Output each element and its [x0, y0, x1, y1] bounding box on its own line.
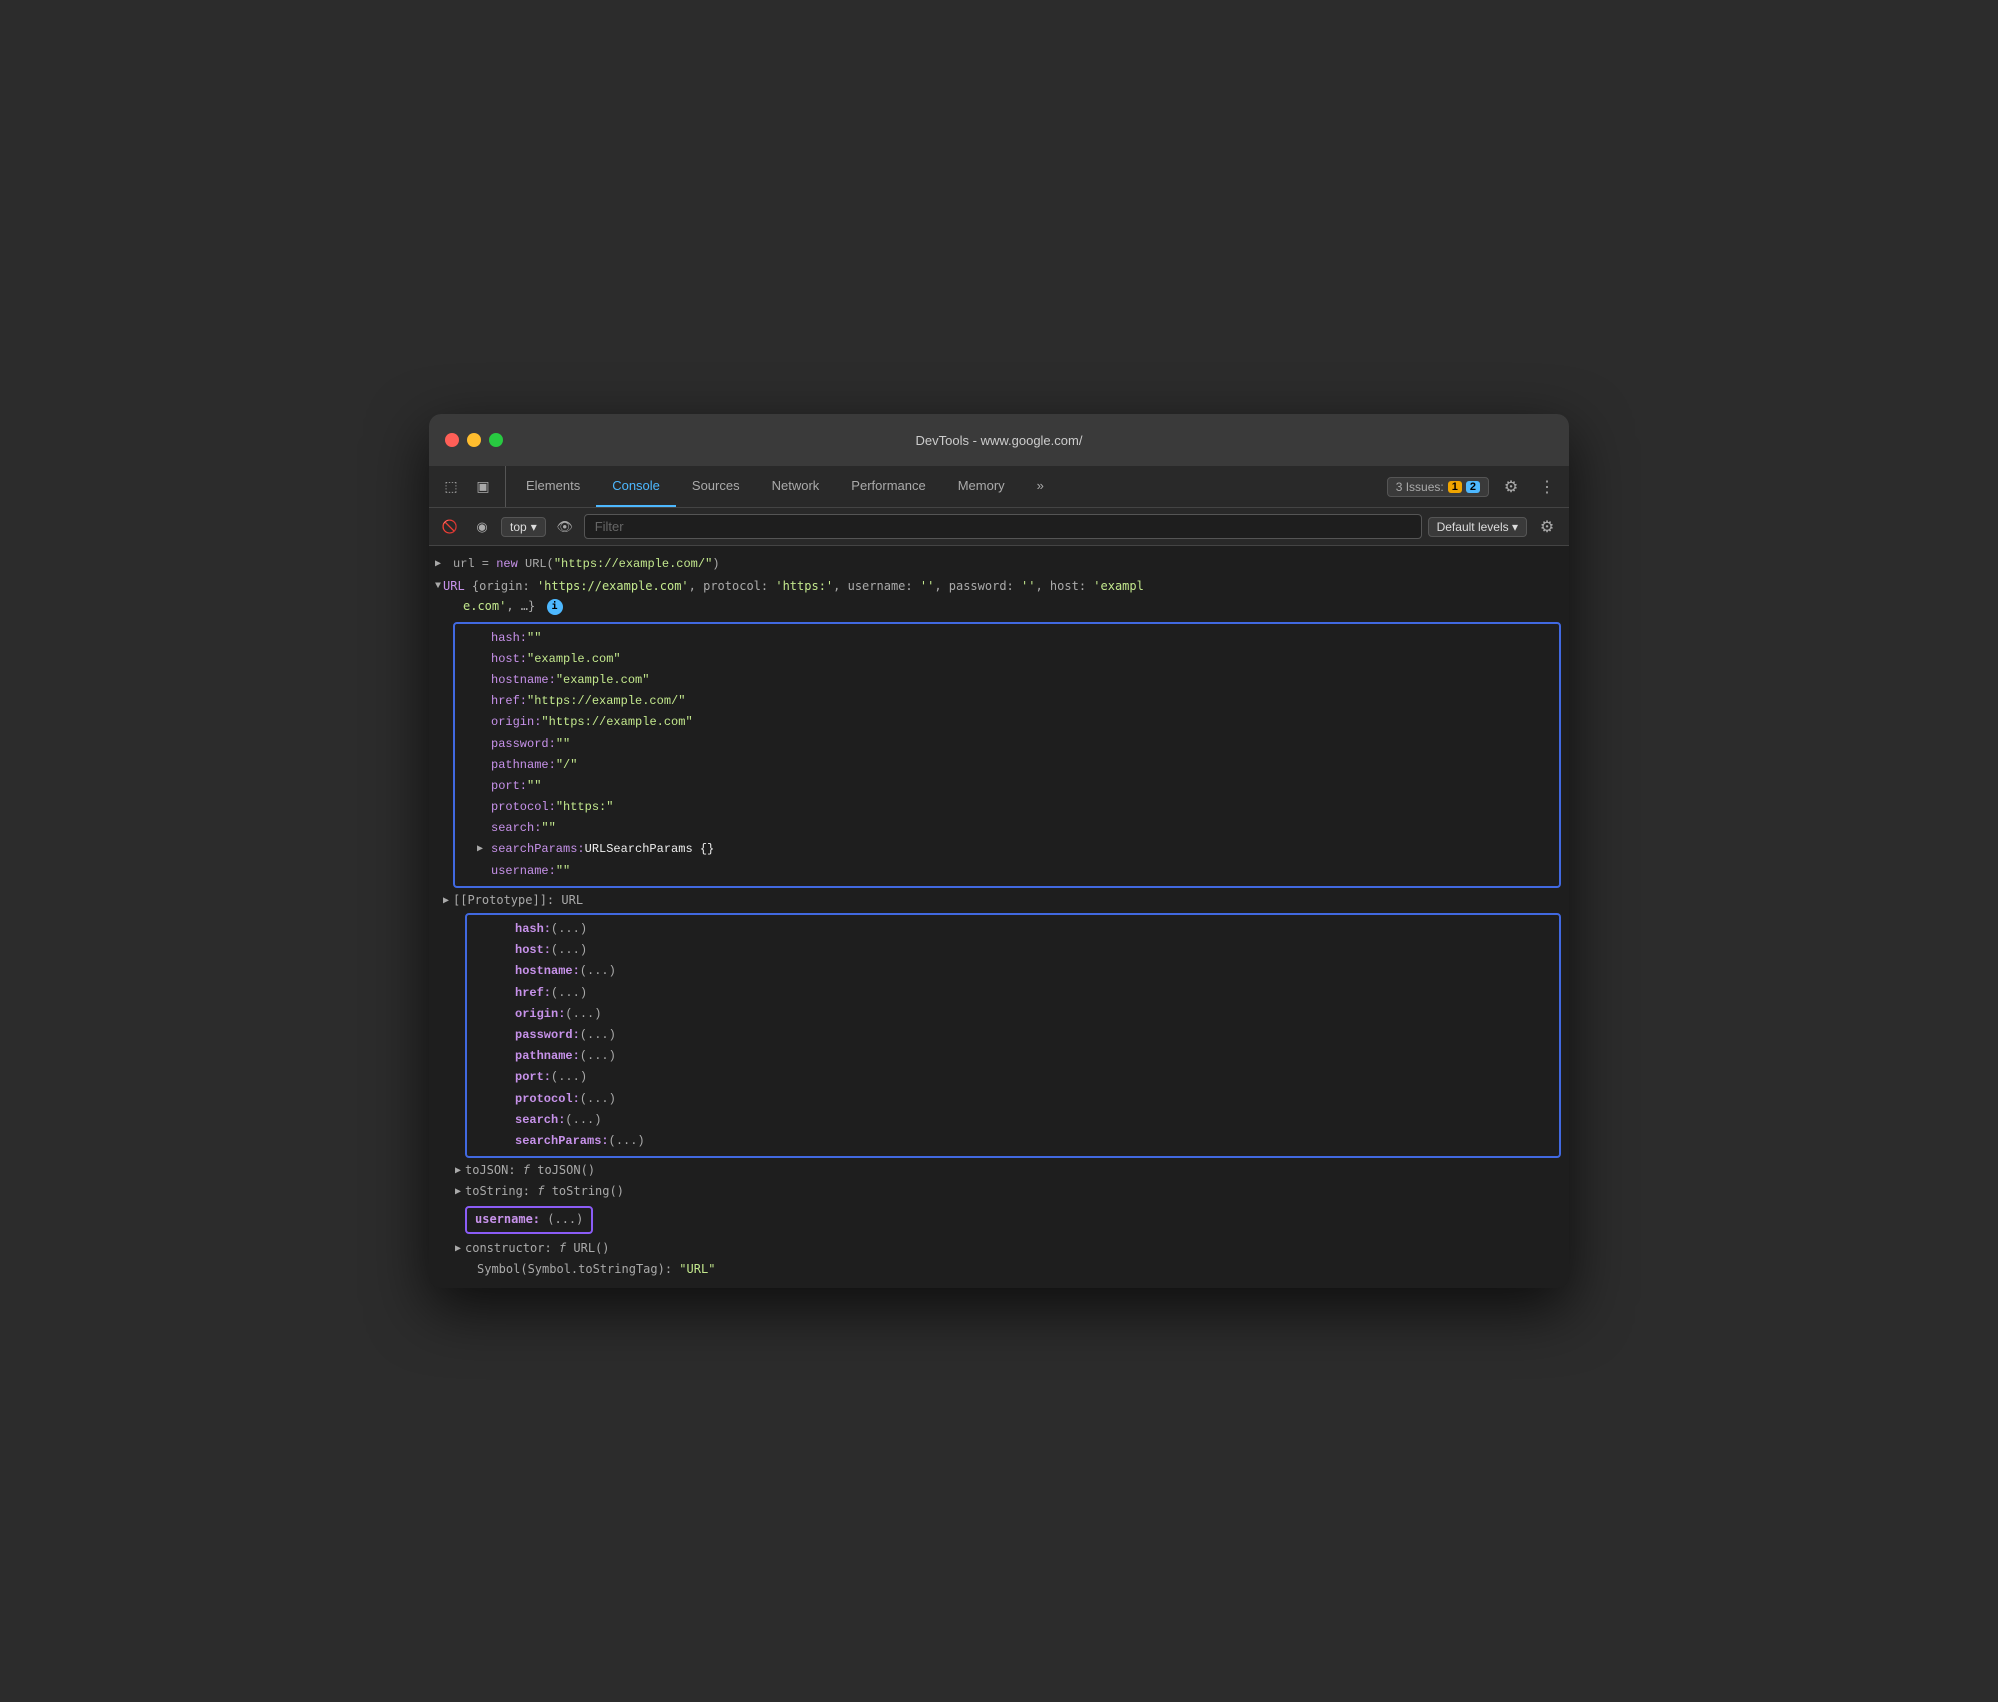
prototype-line: ▶ [[Prototype]]: URL: [429, 890, 1569, 911]
url-object-header: URL {origin: 'https://example.com', prot…: [443, 579, 1144, 593]
console-content: ▶ url = new URL("https://example.com/") …: [429, 546, 1569, 1288]
searchparams-arrow[interactable]: ▶: [477, 842, 483, 858]
proto-host: host: (...): [467, 940, 1559, 961]
tojson-arrow[interactable]: ▶: [455, 1163, 461, 1179]
prop-port: port: "": [455, 776, 1559, 797]
eye-button[interactable]: 👁: [552, 514, 578, 540]
tab-elements[interactable]: Elements: [510, 466, 596, 507]
proto-searchparams: searchParams: (...): [467, 1131, 1559, 1152]
prop-username: username: "": [455, 861, 1559, 882]
traffic-lights: [445, 433, 503, 447]
title-bar: DevTools - www.google.com/: [429, 414, 1569, 466]
tostring-arrow[interactable]: ▶: [455, 1184, 461, 1200]
collapse-arrow[interactable]: ▼: [435, 579, 441, 595]
tab-sources[interactable]: Sources: [676, 466, 756, 507]
input-code: url = new URL("https://example.com/"): [453, 555, 719, 574]
input-arrow: ▶: [435, 557, 441, 573]
issues-label: 3 Issues:: [1396, 480, 1444, 494]
clear-console-button[interactable]: 🚫: [437, 514, 463, 540]
prop-searchparams: ▶ searchParams: URLSearchParams {}: [455, 839, 1559, 860]
proto-port: port: (...): [467, 1067, 1559, 1088]
prop-host: host: "example.com": [455, 649, 1559, 670]
inspect-element-button[interactable]: ⬚: [437, 473, 465, 501]
levels-dropdown[interactable]: Default levels ▾: [1428, 517, 1527, 537]
window-title: DevTools - www.google.com/: [916, 433, 1083, 448]
username-highlighted-box: username: (...): [465, 1206, 593, 1233]
proto-origin: origin: (...): [467, 1004, 1559, 1025]
proto-href: href: (...): [467, 983, 1559, 1004]
info-count: 2: [1466, 481, 1480, 493]
tojson-line: ▶ toJSON: f toJSON(): [429, 1160, 1569, 1181]
tab-performance[interactable]: Performance: [835, 466, 941, 507]
prototype-properties-box: hash: (...) host: (...) hostname: (...) …: [465, 913, 1561, 1158]
context-label: top: [510, 520, 527, 534]
settings-button[interactable]: ⚙: [1497, 473, 1525, 501]
filter-input[interactable]: [584, 514, 1422, 539]
url-object-container: ▼ URL {origin: 'https://example.com', pr…: [429, 575, 1569, 619]
console-toolbar: 🚫 ◉ top ▾ 👁 Default levels ▾ ⚙: [429, 508, 1569, 546]
chevron-down-icon: ▾: [531, 520, 537, 534]
console-input-line: ▶ url = new URL("https://example.com/"): [429, 554, 1569, 575]
minimize-button[interactable]: [467, 433, 481, 447]
prototype-arrow[interactable]: ▶: [443, 893, 449, 909]
filter-toggle-button[interactable]: ◉: [469, 514, 495, 540]
proto-hash: hash: (...): [467, 919, 1559, 940]
device-toolbar-button[interactable]: ▣: [469, 473, 497, 501]
username-highlighted-container: username: (...): [429, 1202, 1569, 1237]
proto-protocol: protocol: (...): [467, 1089, 1559, 1110]
tab-network[interactable]: Network: [756, 466, 836, 507]
prop-password: password: "": [455, 734, 1559, 755]
tab-bar: ⬚ ▣ Elements Console Sources Network Per…: [429, 466, 1569, 508]
close-button[interactable]: [445, 433, 459, 447]
tab-more[interactable]: »: [1021, 466, 1060, 507]
constructor-line: ▶ constructor: f URL(): [429, 1238, 1569, 1259]
proto-search: search: (...): [467, 1110, 1559, 1131]
prop-hash: hash: "": [455, 628, 1559, 649]
devtools-window: DevTools - www.google.com/ ⬚ ▣ Elements …: [429, 414, 1569, 1288]
constructor-arrow[interactable]: ▶: [455, 1241, 461, 1257]
console-settings-button[interactable]: ⚙: [1533, 513, 1561, 541]
maximize-button[interactable]: [489, 433, 503, 447]
issues-badge[interactable]: 3 Issues: 1 2: [1387, 477, 1489, 497]
warning-count: 1: [1448, 481, 1462, 493]
tab-right-controls: 3 Issues: 1 2 ⚙ ⋮: [1387, 466, 1561, 507]
proto-hostname: hostname: (...): [467, 961, 1559, 982]
tabs: Elements Console Sources Network Perform…: [510, 466, 1387, 507]
proto-password: password: (...): [467, 1025, 1559, 1046]
prop-search: search: "": [455, 818, 1559, 839]
symbol-line: Symbol(Symbol.toStringTag): "URL": [429, 1259, 1569, 1280]
url-object-header-cont: e.com', …} i: [443, 599, 563, 613]
tab-icons: ⬚ ▣: [437, 466, 506, 507]
tab-memory[interactable]: Memory: [942, 466, 1021, 507]
more-options-button[interactable]: ⋮: [1533, 473, 1561, 501]
prop-pathname: pathname: "/": [455, 755, 1559, 776]
prop-protocol: protocol: "https:": [455, 797, 1559, 818]
tab-console[interactable]: Console: [596, 466, 676, 507]
proto-pathname: pathname: (...): [467, 1046, 1559, 1067]
prop-origin: origin: "https://example.com": [455, 712, 1559, 733]
tostring-line: ▶ toString: f toString(): [429, 1181, 1569, 1202]
prop-hostname: hostname: "example.com": [455, 670, 1559, 691]
info-icon[interactable]: i: [547, 599, 563, 615]
context-selector[interactable]: top ▾: [501, 517, 546, 537]
prop-href: href: "https://example.com/": [455, 691, 1559, 712]
instance-properties-box: hash: "" host: "example.com" hostname: "…: [453, 622, 1561, 888]
